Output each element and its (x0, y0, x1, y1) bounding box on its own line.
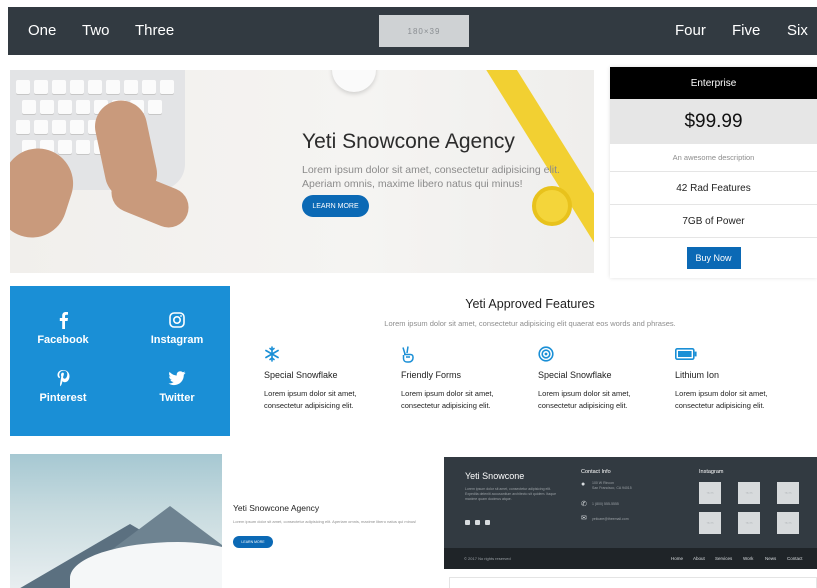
footer-address: 100 W Rincon San Francisco, CA 94015 (592, 481, 632, 490)
hero-text: Lorem ipsum dolor sit amet, consectetur … (302, 164, 560, 190)
pricing-feature: 42 Rad Features (610, 172, 817, 205)
mountain-image (10, 454, 222, 588)
feature-item: Special Snowflake Lorem ipsum dolor sit … (538, 344, 668, 412)
features-subtitle: Lorem ipsum dolor sit amet, consectetur … (384, 319, 676, 328)
nav-link-one[interactable]: One (28, 22, 56, 39)
hero-banner: Yeti Snowcone Agency Lorem ipsum dolor s… (10, 70, 594, 273)
buy-now-button[interactable]: Buy Now (686, 247, 741, 269)
instagram-thumbnail[interactable]: 75×75 (699, 482, 721, 504)
features-title: Yeti Approved Features (465, 297, 595, 311)
instagram-thumbnail[interactable]: 75×75 (699, 512, 721, 534)
social-link-twitter[interactable]: Twitter (132, 368, 222, 404)
social-link-facebook[interactable]: Facebook (18, 310, 108, 346)
pricing-price: $99.99 (610, 99, 817, 144)
feature-name: Special Snowflake (538, 370, 612, 380)
footer-instagram-icon[interactable] (465, 520, 470, 525)
feature-item: Special Snowflake Lorem ipsum dolor sit … (264, 344, 394, 412)
instagram-thumbnail[interactable]: 75×75 (777, 482, 799, 504)
pinterest-icon (18, 368, 108, 388)
top-nav: One Two Three 180×39 Four Five Six (8, 7, 817, 55)
footer-bottom-bar: © 2017 No rights reserved Home About Ser… (444, 548, 817, 569)
hero-title: Yeti Snowcone Agency (302, 130, 515, 153)
battery-icon (675, 344, 805, 364)
media-learn-more-button[interactable]: LEARN MORE (233, 536, 273, 548)
feature-item: Lithium Ion Lorem ipsum dolor sit amet, … (675, 344, 805, 412)
social-link-pinterest[interactable]: Pinterest (18, 368, 108, 404)
media-text: Lorem ipsum dolor sit amet, consectetur … (233, 519, 417, 524)
copyright-text: © 2017 No rights reserved (464, 556, 511, 561)
footer-link-home[interactable]: Home (671, 556, 683, 561)
footer-link-contact[interactable]: Contact (787, 556, 803, 561)
feature-name: Special Snowflake (264, 370, 338, 380)
facebook-icon (18, 310, 108, 330)
social-label: Pinterest (39, 392, 87, 404)
feature-description: Lorem ipsum dolor sit amet, consectetur … (538, 389, 631, 410)
footer-text: Lorem ipsum dolor sit amet, consectetur … (465, 487, 557, 501)
pricing-plan-name: Enterprise (610, 67, 817, 99)
hero-learn-more-button[interactable]: LEARN MORE (302, 195, 369, 217)
peace-hand-icon (401, 344, 531, 364)
footer-twitter-icon[interactable] (485, 520, 490, 525)
hero-mouse-image (332, 70, 376, 92)
feature-description: Lorem ipsum dolor sit amet, consectetur … (401, 389, 494, 410)
twitter-icon (132, 368, 222, 388)
logo-placeholder[interactable]: 180×39 (379, 15, 469, 47)
nav-link-four[interactable]: Four (675, 22, 706, 39)
instagram-thumbnail[interactable]: 75×75 (738, 482, 760, 504)
feature-description: Lorem ipsum dolor sit amet, consectetur … (675, 389, 768, 410)
phone-icon: ✆ (581, 501, 587, 508)
target-icon (538, 344, 668, 364)
mail-icon: ✉ (581, 515, 587, 522)
footer-link-work[interactable]: Work (743, 556, 753, 561)
feature-name: Friendly Forms (401, 370, 462, 380)
pricing-card: Enterprise $99.99 An awesome description… (610, 67, 817, 278)
feature-description: Lorem ipsum dolor sit amet, consectetur … (264, 389, 357, 410)
feature-name: Lithium Ion (675, 370, 720, 380)
partial-card (449, 577, 817, 588)
footer-contact-heading: Contact Info (581, 469, 611, 475)
instagram-thumbnail[interactable]: 75×75 (777, 512, 799, 534)
feature-item: Friendly Forms Lorem ipsum dolor sit ame… (401, 344, 531, 412)
pricing-feature: 7GB of Power (610, 205, 817, 238)
social-label: Facebook (37, 334, 89, 346)
footer-phone: 1 (800) 555-5555 (592, 502, 619, 506)
media-title: Yeti Snowcone Agency (233, 503, 320, 513)
social-label: Twitter (159, 392, 195, 404)
nav-link-two[interactable]: Two (82, 22, 110, 39)
footer-link-about[interactable]: About (693, 556, 705, 561)
footer-link-services[interactable]: Services (715, 556, 732, 561)
instagram-thumbnail[interactable]: 75×75 (738, 512, 760, 534)
nav-link-three[interactable]: Three (135, 22, 174, 39)
nav-link-five[interactable]: Five (732, 22, 760, 39)
social-panel: Facebook Instagram Pinterest Twitter (10, 286, 230, 436)
footer-link-news[interactable]: News (765, 556, 776, 561)
footer-email: yeticare@theemail.com (592, 517, 629, 521)
instagram-icon (132, 310, 222, 330)
footer-facebook-icon[interactable] (475, 520, 480, 525)
footer-brand: Yeti Snowcone (465, 471, 525, 481)
snowflake-icon (264, 344, 394, 364)
map-pin-icon: ● (581, 481, 586, 488)
social-label: Instagram (150, 334, 204, 346)
social-link-instagram[interactable]: Instagram (132, 310, 222, 346)
footer-instagram-heading: Instagram (699, 469, 724, 475)
pricing-description: An awesome description (610, 144, 817, 172)
nav-link-six[interactable]: Six (787, 22, 808, 39)
